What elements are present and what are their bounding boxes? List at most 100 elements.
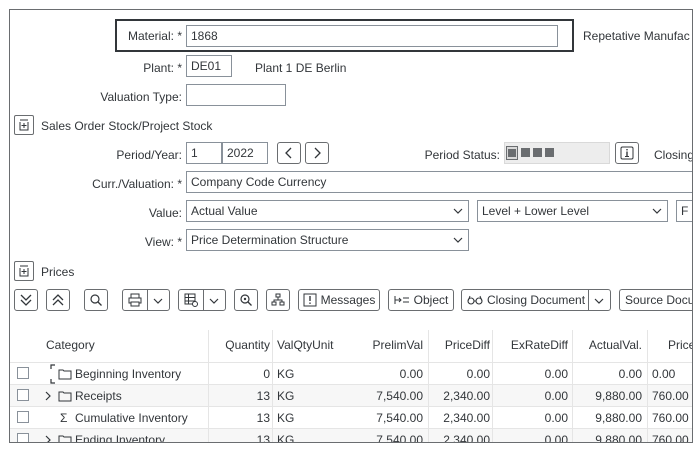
pricediff-cell: 2,340.00 [443,433,490,443]
chevron-down-icon [652,208,662,214]
period-year-label: Period/Year: [116,148,182,162]
chevron-down-icon [209,298,219,304]
expand-section-icon[interactable] [14,261,34,281]
object-label: Object [413,293,449,307]
valuation-type-input[interactable] [186,84,286,106]
hierarchy-button[interactable] [266,289,290,311]
expand-all-button[interactable] [14,289,38,311]
exratediff-cell: 0.00 [544,367,568,381]
source-document-label: Source Docu [625,293,693,307]
table-row[interactable]: Beginning Inventory 0 KG 0.00 0.00 0.00 … [10,362,692,385]
chevron-left-icon [285,147,292,159]
exratediff-cell: 0.00 [544,411,568,425]
closing-document-button[interactable]: Closing Document [461,289,611,311]
level-select[interactable]: Level + Lower Level [477,200,668,222]
messages-label: Messages [320,293,376,307]
expand-section-icon[interactable] [14,115,34,135]
main-frame: Material: * 1868 Repetative Manufac Plan… [9,9,693,443]
pricediff-cell: 2,340.00 [443,411,490,425]
prelimval-cell: 7,540.00 [376,433,423,443]
chevron-down-icon [594,298,604,304]
print-button[interactable] [122,289,170,311]
period-status-label: Period Status: [424,148,500,162]
material-label: Material: * [127,29,182,43]
view-label: View: * [144,235,182,249]
value-select[interactable]: Actual Value [186,200,469,222]
table-row[interactable]: Ending Inventory 13 KG 7,540.00 2,340.00… [10,428,692,443]
collapse-all-button[interactable] [46,289,70,311]
plant-input[interactable]: DE01 [186,55,232,77]
sigma-icon: Σ [60,411,68,425]
layout-button[interactable] [178,289,226,311]
quantity-cell: 13 [256,433,270,443]
column-divider [647,330,648,442]
view-select[interactable]: Price Determination Structure [186,229,469,251]
unit-cell: KG [277,367,295,381]
value-select-text: Actual Value [191,204,258,218]
exratediff-cell: 0.00 [544,389,568,403]
expand-all-icon [20,294,32,306]
currency-valuation-input[interactable]: Company Code Currency [186,171,692,193]
column-header-category[interactable]: Category [46,328,95,362]
folder-icon [58,369,72,380]
period-status-indicator [504,142,610,164]
previous-period-button[interactable] [277,142,301,164]
extra-select[interactable]: F [676,200,692,222]
row-select-checkbox[interactable] [17,389,29,401]
next-period-button[interactable] [305,142,329,164]
table-row[interactable]: Receipts 13 KG 7,540.00 2,340.00 0.00 9,… [10,384,692,407]
info-button[interactable] [615,142,639,164]
search-icon [90,294,102,306]
unit-cell: KG [277,389,295,403]
row-select-checkbox[interactable] [17,433,29,442]
sales-order-section-title[interactable]: Sales Order Stock/Project Stock [41,119,212,133]
pricediff-cell: 0.00 [466,367,490,381]
column-header-valqtyunit[interactable]: ValQtyUnit [277,328,333,362]
column-header-pricediff[interactable]: PriceDiff [430,328,490,362]
prelimval-cell: 0.00 [399,367,423,381]
material-input[interactable]: 1868 [186,25,558,47]
unit-cell: KG [277,411,295,425]
actualval-cell: 9,880.00 [595,411,642,425]
price-cell: 0.00 [652,367,676,381]
zoom-button[interactable] [234,289,258,311]
table-header-row: Category Quantity ValQtyUnit PrelimVal P… [10,328,692,362]
row-select-checkbox[interactable] [17,411,29,423]
category-cell: Beginning Inventory [75,367,182,381]
actualval-cell: 9,880.00 [595,389,642,403]
year-input[interactable]: 2022 [222,142,268,164]
plant-description: Plant 1 DE Berlin [255,61,347,75]
prelimval-cell: 7,540.00 [376,389,423,403]
pricediff-cell: 2,340.00 [443,389,490,403]
category-cell: Cumulative Inventory [75,411,188,425]
quantity-cell: 13 [256,411,270,425]
object-button[interactable]: Object [388,289,454,311]
source-document-button[interactable]: Source Docu [619,289,693,311]
column-divider [492,330,493,442]
exratediff-cell: 0.00 [544,433,568,443]
glasses-icon [467,295,483,305]
value-label: Value: [148,206,182,220]
hierarchy-icon [271,293,285,306]
column-header-prelimval[interactable]: PrelimVal [350,328,423,362]
column-divider [272,330,273,442]
info-icon [620,146,634,160]
chevron-down-icon [453,237,463,243]
search-button[interactable] [84,289,108,311]
category-cell: Receipts [75,389,122,403]
column-header-price[interactable]: Price [668,328,692,362]
column-header-exratediff[interactable]: ExRateDiff [494,328,568,362]
column-header-actualval[interactable]: ActualVal. [575,328,642,362]
object-link-icon [394,296,409,304]
prices-section-title[interactable]: Prices [41,265,74,279]
table-row[interactable]: Σ Cumulative Inventory 13 KG 7,540.00 2,… [10,406,692,429]
row-select-checkbox[interactable] [17,367,29,379]
currency-valuation-label: Curr./Valuation: * [92,177,182,191]
zoom-icon [240,294,252,306]
column-divider [572,330,573,442]
price-cell: 760.00 [652,389,689,403]
column-header-quantity[interactable]: Quantity [210,328,270,362]
period-input[interactable]: 1 [186,142,222,164]
messages-button[interactable]: Messages [298,289,380,311]
repetitive-label: Repetative Manufac [583,29,690,43]
